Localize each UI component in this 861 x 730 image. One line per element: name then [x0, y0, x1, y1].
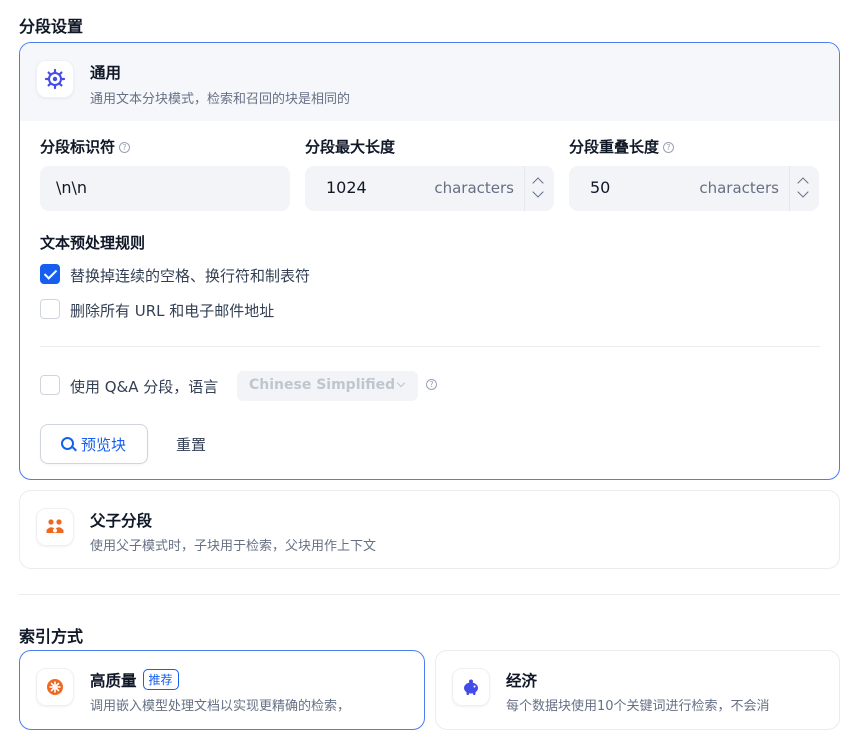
high-quality-description: 调用嵌入模型处理文档以实现更精确的检索， [90, 699, 351, 714]
language-select[interactable]: Chinese Simplified [237, 371, 418, 401]
chevron-down-icon [396, 378, 406, 388]
remove-urls-label[interactable]: 删除所有 URL 和电子邮件地址 [70, 300, 274, 321]
search-icon [61, 437, 74, 450]
qa-label[interactable]: 使用 Q&A 分段，语言 [70, 376, 218, 397]
delimiter-label: 分段标识符? [40, 136, 131, 157]
help-icon[interactable]: ? [663, 142, 675, 153]
language-value: Chinese Simplified [249, 377, 396, 393]
parent-child-mode-card[interactable]: 父子分段 使用父子模式时，子块用于检索，父块用作上下文 [19, 490, 840, 569]
general-mode-card[interactable]: 通用 通用文本分块模式，检索和召回的块是相同的 [19, 42, 840, 480]
overlap-input[interactable]: 50 characters [569, 166, 819, 211]
segment-settings-title: 分段设置 [19, 17, 84, 36]
gear-icon [36, 60, 74, 98]
max-length-value: 1024 [326, 178, 367, 197]
recommended-badge: 推荐 [142, 669, 179, 690]
parent-child-title: 父子分段 [90, 512, 153, 530]
index-mode-title: 索引方式 [19, 627, 84, 646]
max-length-label: 分段最大长度 [305, 138, 396, 156]
high-quality-icon [36, 668, 74, 706]
help-icon[interactable]: ? [119, 142, 131, 153]
high-quality-card[interactable]: 高质量 推荐 调用嵌入模型处理文档以实现更精确的检索， [19, 650, 425, 730]
max-length-input[interactable]: 1024 characters [305, 166, 554, 211]
preprocess-title: 文本预处理规则 [40, 234, 146, 252]
general-card-title: 通用 [90, 64, 122, 82]
preview-label: 预览块 [81, 436, 127, 454]
help-icon[interactable]: ? [426, 379, 437, 390]
piggy-bank-icon [452, 668, 490, 706]
overlap-stepper[interactable] [789, 166, 819, 211]
replace-spaces-label[interactable]: 替换掉连续的空格、换行符和制表符 [70, 265, 310, 286]
overlap-label: 分段重叠长度? [569, 136, 675, 157]
economy-card[interactable]: 经济 每个数据块使用10个关键词进行检索，不会消 [435, 650, 840, 730]
max-length-stepper[interactable] [524, 166, 554, 211]
preview-chunks-button[interactable]: 预览块 [40, 424, 148, 464]
economy-title: 经济 [506, 672, 538, 690]
reset-button[interactable]: 重置 [162, 424, 220, 464]
replace-spaces-checkbox[interactable] [40, 264, 60, 284]
delimiter-value: \n\n [56, 178, 88, 197]
parent-child-description: 使用父子模式时，子块用于检索，父块用作上下文 [90, 539, 377, 554]
overlap-value: 50 [590, 178, 611, 197]
overlap-unit: characters [699, 179, 779, 197]
high-quality-title: 高质量 推荐 [90, 669, 179, 691]
section-divider [19, 594, 840, 595]
parent-child-icon [36, 508, 74, 546]
qa-checkbox[interactable] [40, 375, 60, 395]
general-card-description: 通用文本分块模式，检索和召回的块是相同的 [90, 92, 351, 107]
remove-urls-checkbox[interactable] [40, 299, 60, 319]
divider [40, 346, 820, 347]
economy-description: 每个数据块使用10个关键词进行检索，不会消 [506, 699, 770, 714]
max-length-unit: characters [434, 179, 514, 197]
general-card-header[interactable]: 通用 通用文本分块模式，检索和召回的块是相同的 [20, 43, 839, 121]
delimiter-input[interactable]: \n\n [40, 166, 290, 211]
